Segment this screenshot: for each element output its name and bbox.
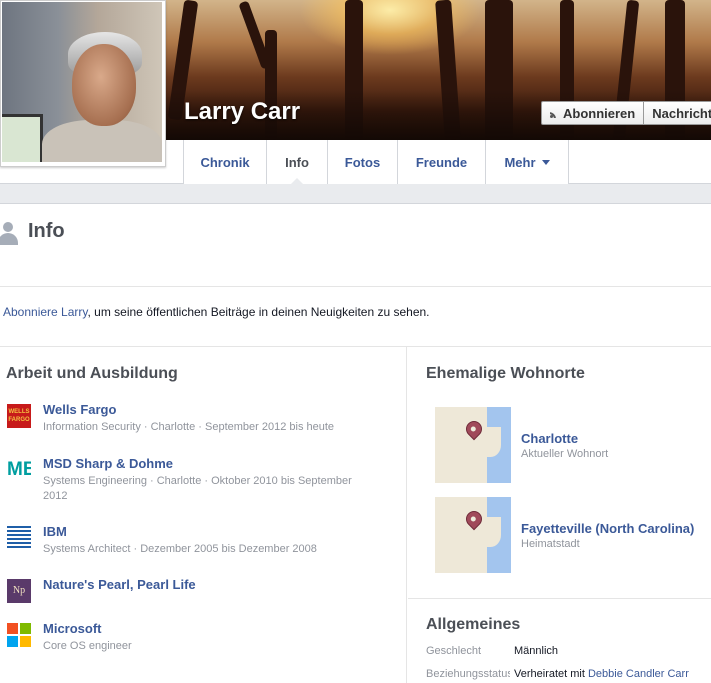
- place-item-charlotte: Charlotte Aktueller Wohnort: [435, 407, 711, 483]
- work-name[interactable]: MSD Sharp & Dohme: [43, 456, 173, 471]
- general-section-title: Allgemeines: [426, 616, 521, 633]
- place-name[interactable]: Charlotte: [521, 431, 578, 446]
- work-desc: Systems Engineering · Charlotte · Oktobe…: [43, 475, 352, 502]
- work-desc: Information Security · Charlotte · Septe…: [43, 421, 335, 433]
- place-item-fayetteville: Fayetteville (North Carolina) Heimatstad…: [435, 497, 711, 573]
- info-header: Info: [0, 203, 711, 287]
- place-desc: Aktueller Wohnort: [521, 448, 609, 460]
- row-value: Verheiratet mit: [514, 668, 588, 680]
- tab-info[interactable]: Info: [267, 140, 328, 185]
- row-label: Geschlecht: [426, 645, 482, 657]
- section-divider: [408, 598, 711, 599]
- work-desc: Core OS engineer: [43, 640, 132, 652]
- tab-freunde[interactable]: Freunde: [398, 140, 486, 184]
- message-button[interactable]: Nachricht: [644, 101, 711, 125]
- places-general-section: Ehemalige Wohnorte Charlotte Aktueller W…: [408, 347, 711, 683]
- subscribe-label: Abonnieren: [563, 105, 636, 121]
- work-name[interactable]: IBM: [43, 524, 67, 539]
- ibm-logo[interactable]: [7, 526, 31, 550]
- profile-tabs: Chronik Info Fotos Freunde Mehr: [183, 140, 569, 185]
- work-section-title: Arbeit und Ausbildung: [6, 365, 178, 382]
- subscribe-link[interactable]: Abonniere Larry: [3, 305, 88, 319]
- tab-mehr[interactable]: Mehr: [486, 140, 569, 184]
- chevron-down-icon: [541, 159, 550, 165]
- place-name[interactable]: Fayetteville (North Carolina): [521, 521, 694, 536]
- map-thumbnail[interactable]: [435, 407, 511, 483]
- avatar[interactable]: [0, 0, 166, 167]
- tab-chronik[interactable]: Chronik: [184, 140, 267, 184]
- place-desc: Heimatstadt: [521, 538, 580, 550]
- natures-pearl-logo[interactable]: Np: [7, 579, 31, 603]
- subscribe-notice-text: , um seine öffentlichen Beiträge in dein…: [87, 305, 430, 319]
- subscribe-button[interactable]: Abonnieren: [541, 101, 645, 125]
- work-education-section: Arbeit und Ausbildung WELLS FARGO Wells …: [0, 347, 407, 683]
- microsoft-logo[interactable]: [7, 623, 31, 647]
- message-label: Nachricht: [652, 105, 711, 121]
- work-desc: Systems Architect · Dezember 2005 bis De…: [43, 543, 317, 555]
- about-content: Arbeit und Ausbildung WELLS FARGO Wells …: [0, 347, 711, 683]
- spouse-link[interactable]: Debbie Candler Carr: [588, 668, 689, 680]
- tab-fotos[interactable]: Fotos: [328, 140, 398, 184]
- subscribe-notice: Abonniere Larry, um seine öffentlichen B…: [0, 287, 711, 347]
- cover-actions: Abonnieren Nachricht: [541, 101, 711, 125]
- map-thumbnail[interactable]: [435, 497, 511, 573]
- row-value: Männlich: [514, 645, 559, 657]
- profile-name[interactable]: Larry Carr: [184, 98, 300, 126]
- work-name[interactable]: Wells Fargo: [43, 402, 116, 417]
- user-icon: [0, 220, 18, 246]
- work-name[interactable]: Microsoft: [43, 621, 102, 636]
- row-label: Beziehungsstatus: [426, 668, 510, 680]
- rss-icon: [550, 109, 559, 118]
- page-title: Info: [28, 220, 65, 242]
- places-section-title: Ehemalige Wohnorte: [426, 365, 585, 382]
- work-name[interactable]: Nature's Pearl, Pearl Life: [43, 577, 196, 592]
- profile-photo: [2, 2, 162, 162]
- msd-logo[interactable]: MEI: [7, 458, 31, 482]
- wells-fargo-logo[interactable]: WELLS FARGO: [7, 404, 31, 428]
